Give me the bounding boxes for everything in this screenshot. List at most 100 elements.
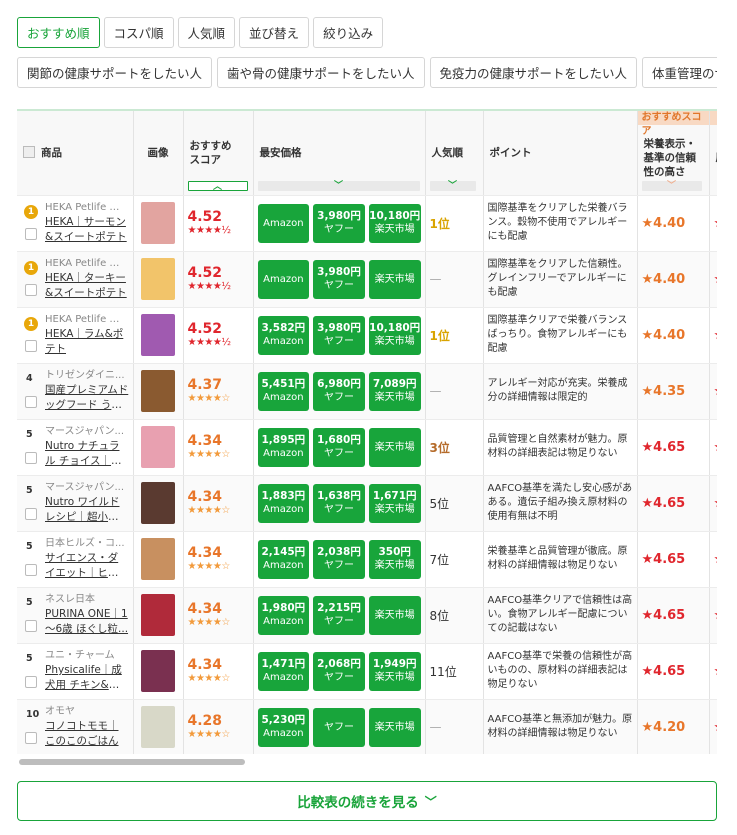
product-link[interactable]: 国産プレミアムドッグフード うま... xyxy=(45,383,129,413)
comparison-table: 商品 画像 おすすめスコア ︿ 最安価格 ﹀ 人気順 ﹀ ポイント おすすめスコア 栄養… xyxy=(17,109,717,754)
price-button[interactable]: 1,883円 Amazon xyxy=(257,483,310,523)
tab-sort-3[interactable]: 並び替え xyxy=(239,17,310,48)
sort-up-icon[interactable]: ︿ xyxy=(187,180,248,192)
rank-badge: 1 xyxy=(24,204,38,219)
product-image[interactable] xyxy=(141,370,175,412)
price-button[interactable]: 6,980円 ヤフー xyxy=(313,371,365,411)
header-score[interactable]: おすすめスコア ︿ xyxy=(183,111,254,196)
price-button[interactable]: 3,980円 ヤフー xyxy=(313,203,365,243)
compare-checkbox[interactable] xyxy=(25,339,37,352)
price-button[interactable]: 2,038円 ヤフー xyxy=(313,539,365,579)
popularity-cell: — xyxy=(425,363,484,420)
product-link[interactable]: PURINA ONE｜1～6歳 ほぐし粒... xyxy=(45,607,129,637)
price-button[interactable]: 楽天市場 xyxy=(368,427,421,467)
item-cell: 1 HEKA Petlife 株... HEKA｜ターキー&スイートポテト xyxy=(17,251,134,308)
score-value: 4.34 xyxy=(187,657,223,673)
price-button[interactable]: 3,980円 ヤフー xyxy=(313,259,365,299)
select-all-checkbox[interactable] xyxy=(23,146,35,159)
price-button[interactable]: 2,068円 ヤフー xyxy=(313,651,365,691)
horizontal-scrollbar[interactable] xyxy=(17,757,717,767)
score-cell: 4.34 ★★★★☆ xyxy=(183,475,254,532)
compare-checkbox[interactable] xyxy=(25,451,37,464)
price-button[interactable]: 3,582円 Amazon xyxy=(257,315,310,355)
product-link[interactable]: HEKA｜ラム&ポテト xyxy=(45,327,129,357)
price-button[interactable]: 350円 楽天市場 xyxy=(368,539,421,579)
product-link[interactable]: HEKA｜サーモン&スイートポテト xyxy=(45,215,129,245)
product-link[interactable]: サイエンス・ダイエット｜ヒルズ... xyxy=(45,551,129,581)
price-button[interactable]: 10,180円 楽天市場 xyxy=(368,203,421,243)
compare-checkbox[interactable] xyxy=(25,731,37,744)
rank-number: 10 xyxy=(26,708,40,720)
popularity-cell: 11位 xyxy=(425,643,484,700)
product-link[interactable]: コノコトモモ｜このこのごはん xyxy=(45,719,129,749)
price-button[interactable]: 3,980円 ヤフー xyxy=(313,315,365,355)
compare-checkbox[interactable] xyxy=(25,283,37,296)
price-value: 2,068円 xyxy=(317,658,361,670)
header-nutrition[interactable]: おすすめスコア 栄養表示・基準の信頼性の高さ ﹀ xyxy=(637,111,710,196)
price-button[interactable]: 5,451円 Amazon xyxy=(257,371,310,411)
price-button[interactable]: 楽天市場 xyxy=(368,707,421,747)
price-button[interactable]: ヤフー xyxy=(313,707,365,747)
store-label: 楽天市場 xyxy=(374,504,415,515)
header-popularity[interactable]: 人気順 ﹀ xyxy=(425,111,484,196)
price-button[interactable]: 2,145円 Amazon xyxy=(257,539,310,579)
nutrition-cell: ★4.40 xyxy=(637,195,710,252)
product-image[interactable] xyxy=(141,482,175,524)
tab-sort-2[interactable]: 人気順 xyxy=(177,17,236,48)
scrollbar-thumb[interactable] xyxy=(19,759,245,765)
product-link[interactable]: Physicalife｜成犬用 チキン&大豆... xyxy=(45,663,129,693)
show-more-button[interactable]: 比較表の続きを見る ﹀ xyxy=(17,781,717,821)
product-image[interactable] xyxy=(141,426,175,468)
purpose-chip-3[interactable]: 体重管理のサポー xyxy=(642,57,717,88)
price-button[interactable]: 1,680円 ヤフー xyxy=(313,427,365,467)
purpose-chip-2[interactable]: 免疫力の健康サポートをしたい人 xyxy=(429,57,638,88)
compare-checkbox[interactable] xyxy=(25,619,37,632)
price-button[interactable]: Amazon xyxy=(257,259,310,299)
price-button[interactable]: 7,089円 楽天市場 xyxy=(368,371,421,411)
popularity-cell: — xyxy=(425,699,484,754)
price-button[interactable]: 1,671円 楽天市場 xyxy=(368,483,421,523)
compare-checkbox[interactable] xyxy=(25,395,37,408)
price-button[interactable]: 1,471円 Amazon xyxy=(257,651,310,691)
product-image[interactable] xyxy=(141,594,175,636)
price-button[interactable]: 1,895円 Amazon xyxy=(257,427,310,467)
product-image[interactable] xyxy=(141,650,175,692)
price-cell: 2,145円 Amazon 2,038円 ヤフー 350円 楽天市場 xyxy=(253,531,426,588)
compare-checkbox[interactable] xyxy=(25,675,37,688)
tab-sort-0[interactable]: おすすめ順 xyxy=(17,17,100,48)
price-button[interactable]: 1,980円 Amazon xyxy=(257,595,310,635)
next-score-icon: ★ xyxy=(714,664,718,679)
product-link[interactable]: HEKA｜ターキー&スイートポテト xyxy=(45,271,129,301)
product-image[interactable] xyxy=(141,258,175,300)
tab-sort-4[interactable]: 絞り込み xyxy=(313,17,384,48)
price-value: 5,230円 xyxy=(261,714,306,726)
product-link[interactable]: Nutro ワイルド レシピ｜超小型犬... xyxy=(45,495,129,525)
price-button[interactable]: 2,215円 ヤフー xyxy=(313,595,365,635)
product-image[interactable] xyxy=(141,314,175,356)
sort-down-icon[interactable]: ﹀ xyxy=(257,180,420,191)
price-button[interactable]: Amazon xyxy=(257,203,310,243)
price-button[interactable]: 楽天市場 xyxy=(368,259,421,299)
price-button[interactable]: 1,638円 ヤフー xyxy=(313,483,365,523)
score-cell: 4.52 ★★★★½ xyxy=(183,195,254,252)
rank-number: 4 xyxy=(26,372,33,384)
price-button[interactable]: 1,949円 楽天市場 xyxy=(368,651,421,691)
purpose-chip-1[interactable]: 歯や骨の健康サポートをしたい人 xyxy=(217,57,425,88)
product-image[interactable] xyxy=(141,202,175,244)
header-price[interactable]: 最安価格 ﹀ xyxy=(253,111,426,196)
product-link[interactable]: Nutro ナチュラル チョイス｜小型... xyxy=(45,439,129,469)
product-image[interactable] xyxy=(141,706,175,748)
price-value: 1,680円 xyxy=(317,434,361,446)
sort-down-icon[interactable]: ﹀ xyxy=(641,180,702,191)
purpose-chip-0[interactable]: 関節の健康サポートをしたい人 xyxy=(17,57,213,88)
tab-sort-1[interactable]: コスパ順 xyxy=(103,17,174,48)
compare-checkbox[interactable] xyxy=(25,227,37,240)
product-image[interactable] xyxy=(141,538,175,580)
sort-down-icon[interactable]: ﹀ xyxy=(429,180,476,191)
compare-checkbox[interactable] xyxy=(25,563,37,576)
price-button[interactable]: 10,180円 楽天市場 xyxy=(368,315,421,355)
price-button[interactable]: 5,230円 Amazon xyxy=(257,707,310,747)
compare-checkbox[interactable] xyxy=(25,507,37,520)
price-cell: Amazon 3,980円 ヤフー 楽天市場 xyxy=(253,251,426,308)
price-button[interactable]: 楽天市場 xyxy=(368,595,421,635)
